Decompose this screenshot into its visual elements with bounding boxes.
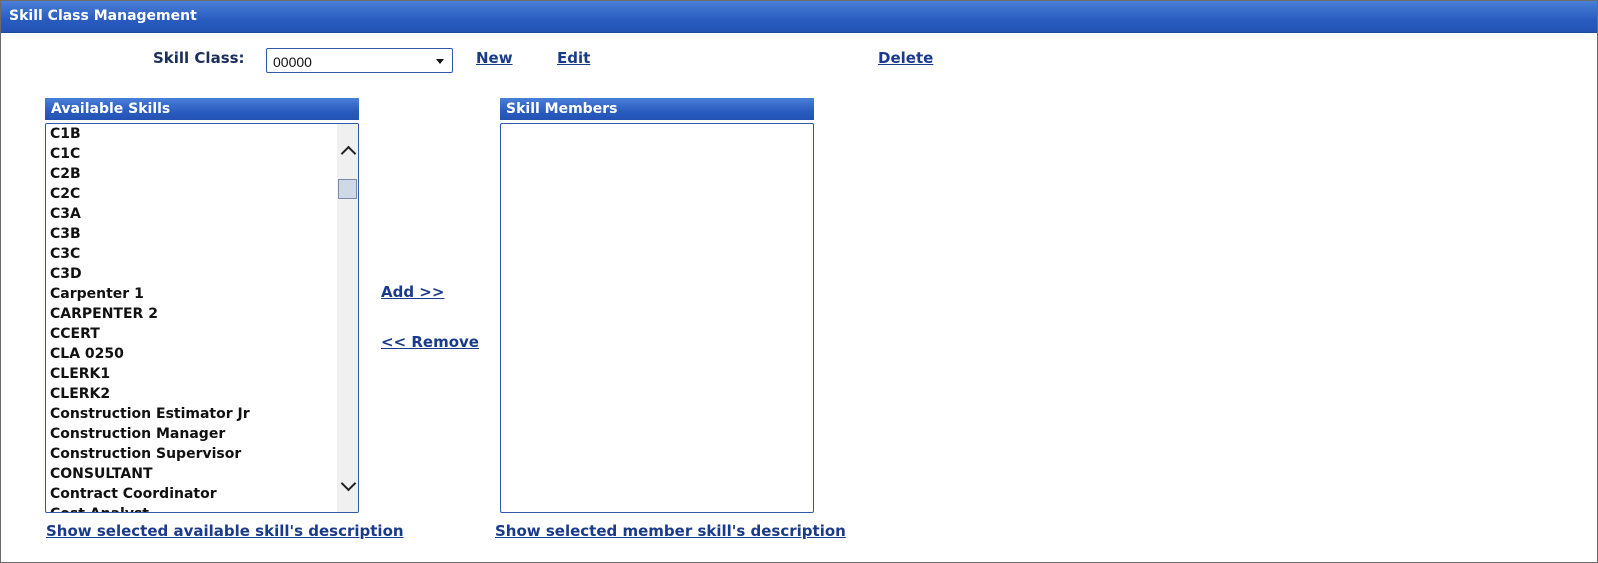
scroll-up-chevron-icon[interactable] [340, 144, 357, 162]
list-item[interactable]: C2C [50, 184, 250, 204]
list-item[interactable]: C3D [50, 264, 250, 284]
list-item[interactable]: CLERK2 [50, 384, 250, 404]
show-available-description-link[interactable]: Show selected available skill's descript… [46, 522, 404, 540]
scrollbar-thumb[interactable] [338, 179, 357, 199]
list-item[interactable]: Construction Supervisor [50, 444, 250, 464]
add-button[interactable]: Add >> [381, 283, 444, 301]
available-skills-header: Available Skills [45, 98, 359, 120]
list-item[interactable]: C3C [50, 244, 250, 264]
skill-class-select[interactable]: 00000 [266, 48, 453, 73]
list-item[interactable]: C3B [50, 224, 250, 244]
list-item[interactable]: C1C [50, 144, 250, 164]
remove-button[interactable]: << Remove [381, 333, 479, 351]
delete-link[interactable]: Delete [878, 49, 933, 67]
list-item[interactable]: Contract Coordinator [50, 484, 250, 504]
list-item[interactable]: Cost Analyst [50, 504, 250, 512]
new-link[interactable]: New [476, 49, 513, 67]
skill-class-management-window: Skill Class Management Skill Class: 0000… [0, 0, 1598, 563]
list-item[interactable]: Construction Manager [50, 424, 250, 444]
edit-link[interactable]: Edit [557, 49, 590, 67]
list-item[interactable]: CONSULTANT [50, 464, 250, 484]
list-item[interactable]: C1B [50, 124, 250, 144]
available-skills-scrollbar[interactable] [337, 124, 358, 512]
title-bar: Skill Class Management [1, 1, 1597, 33]
list-item[interactable]: Carpenter 1 [50, 284, 250, 304]
list-item[interactable]: CLA 0250 [50, 344, 250, 364]
list-item[interactable]: C2B [50, 164, 250, 184]
scroll-down-chevron-icon[interactable] [340, 475, 357, 492]
available-skills-list[interactable]: C1B C1C C2B C2C C3A C3B C3C C3D Carpenter 1 CARPE… [45, 123, 359, 513]
list-item[interactable]: CARPENTER 2 [50, 304, 250, 324]
window-title: Skill Class Management [9, 8, 197, 24]
skill-class-selected-value: 00000 [273, 54, 312, 70]
list-item[interactable]: CLERK1 [50, 364, 250, 384]
show-member-description-link[interactable]: Show selected member skill's description [495, 522, 846, 540]
list-item[interactable]: C3A [50, 204, 250, 224]
skill-members-header: Skill Members [500, 98, 814, 120]
list-item[interactable]: CCERT [50, 324, 250, 344]
list-item[interactable]: Construction Estimator Jr [50, 404, 250, 424]
dropdown-arrow-icon [436, 59, 444, 64]
skill-members-list[interactable] [500, 123, 814, 513]
available-skills-items: C1B C1C C2B C2C C3A C3B C3C C3D Carpenter 1 CARPE… [50, 124, 250, 512]
skill-class-label: Skill Class: [153, 49, 245, 67]
